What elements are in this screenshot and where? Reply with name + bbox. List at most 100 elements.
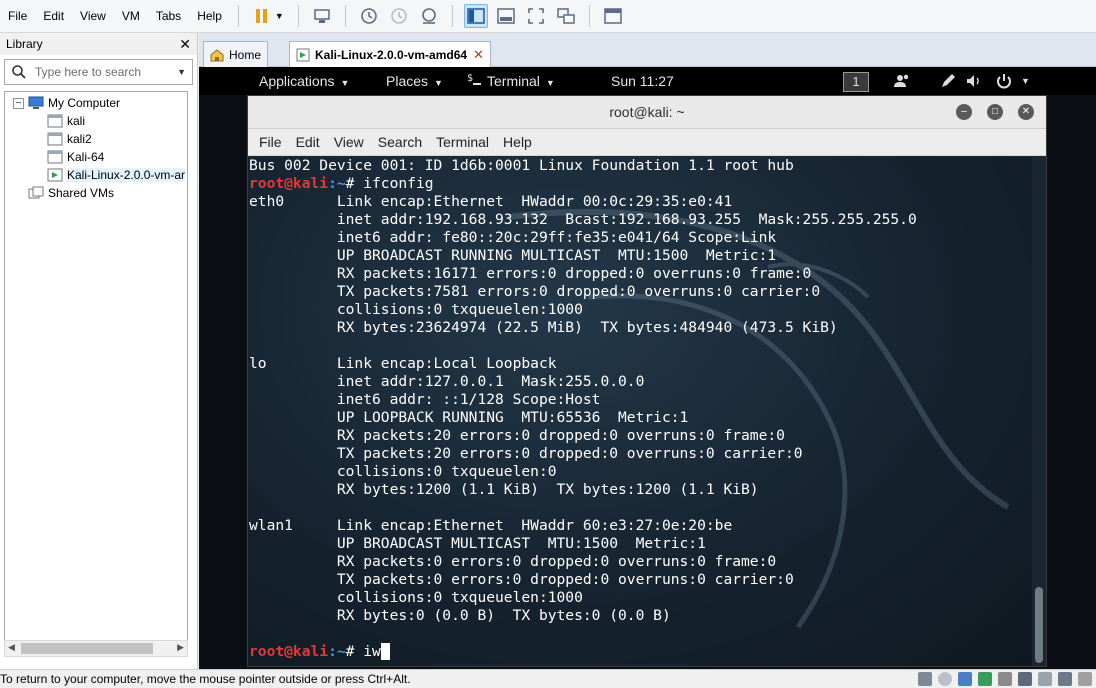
unity-button[interactable] — [554, 4, 578, 28]
tree-label: kali — [67, 114, 86, 128]
terminal-output[interactable]: Bus 002 Device 001: ID 1d6b:0001 Linux F… — [248, 157, 1034, 666]
shared-vms-icon — [28, 186, 44, 199]
show-library-button[interactable] — [463, 4, 488, 28]
status-bar: To return to your computer, move the mou… — [0, 669, 1096, 688]
hard-disk-icon[interactable] — [918, 672, 932, 686]
close-library-icon[interactable]: ✕ — [179, 36, 191, 53]
chevron-down-icon: ▼ — [434, 78, 443, 88]
menu-vm[interactable]: VM — [114, 0, 148, 33]
terminal-window[interactable]: root@kali: ~ – □ ✕ File Edit View Search… — [247, 95, 1047, 667]
vm-tab-strip: Home Kali-Linux-2.0.0-vm-amd64 ✕ — [199, 33, 1096, 68]
applications-menu[interactable]: Applications ▼ — [259, 67, 349, 95]
toolbar-separator — [297, 5, 299, 27]
toolbar-separator — [588, 5, 590, 27]
message-log-icon[interactable] — [1078, 672, 1092, 686]
terminal-line: inet addr:127.0.0.1 Mask:255.0.0.0 — [249, 373, 645, 390]
terminal-line: wlan1 Link encap:Ethernet HWaddr 60:e3:2… — [249, 517, 733, 534]
terminal-titlebar[interactable]: root@kali: ~ – □ ✕ — [248, 96, 1046, 129]
close-icon[interactable]: ✕ — [1018, 104, 1034, 120]
library-search-input[interactable]: Type here to search ▼ — [4, 59, 193, 85]
pause-dropdown-icon[interactable]: ▼ — [275, 11, 284, 21]
sound-card-icon[interactable] — [998, 672, 1012, 686]
console-view-button[interactable] — [494, 4, 518, 28]
take-snapshot-button[interactable] — [357, 4, 381, 28]
device-tray — [912, 672, 1092, 686]
workspace-indicator[interactable]: 1 — [843, 72, 869, 92]
vm-icon — [47, 132, 63, 146]
revert-snapshot-button[interactable] — [387, 4, 411, 28]
tab-home[interactable]: Home — [203, 41, 269, 67]
terminal-menu-edit[interactable]: Edit — [289, 134, 327, 150]
snapshot-icon — [360, 8, 377, 24]
menu-file[interactable]: File — [0, 0, 35, 33]
prompt-symbol: # — [345, 643, 364, 660]
terminal-menu-view[interactable]: View — [327, 134, 371, 150]
snapshot-manager-button[interactable] — [417, 4, 441, 28]
terminal-line: inet6 addr: ::1/128 Scope:Host — [249, 391, 601, 408]
tree-item-shared-vms[interactable]: Shared VMs — [5, 184, 187, 202]
clock[interactable]: Sun 11:27 — [611, 67, 674, 95]
tree-item-kali-64[interactable]: Kali-64 — [5, 148, 187, 166]
vm-running-icon — [47, 168, 63, 182]
scroll-left-icon[interactable]: ◀ — [8, 642, 15, 653]
pause-button[interactable] — [250, 4, 274, 28]
usb-device-icon[interactable] — [978, 672, 992, 686]
thumbnail-view-button[interactable] — [601, 4, 625, 28]
terminal-menu-help[interactable]: Help — [496, 134, 539, 150]
terminal-command-input[interactable]: iw — [363, 643, 381, 660]
terminal-line: RX bytes:23624974 (22.5 MiB) TX bytes:48… — [249, 319, 838, 336]
collapse-icon[interactable]: − — [13, 97, 24, 109]
network-adapter-icon[interactable] — [958, 672, 972, 686]
scrollbar-thumb[interactable] — [1035, 587, 1043, 663]
menu-tabs[interactable]: Tabs — [148, 0, 189, 33]
terminal-menu-file[interactable]: File — [252, 134, 289, 150]
tree-item-my-computer[interactable]: − My Computer — [5, 94, 187, 112]
terminal-app-menu[interactable]: $ Terminal ▼ — [467, 67, 555, 95]
menu-edit[interactable]: Edit — [35, 0, 72, 33]
prompt-path: :~ — [328, 175, 346, 192]
vm-icon — [47, 150, 63, 164]
pen-icon[interactable] — [939, 72, 957, 90]
send-ctrl-alt-del-icon — [314, 9, 330, 23]
revert-snapshot-icon — [390, 8, 407, 24]
system-menu-chevron-icon[interactable]: ▼ — [1021, 76, 1030, 86]
usb-controller-icon[interactable] — [1018, 672, 1032, 686]
send-ctrl-alt-del-button[interactable] — [310, 4, 334, 28]
terminal-line: inet6 addr: fe80::20c:29ff:fe35:e041/64 … — [249, 229, 777, 246]
tree-item-kali-linux-2[interactable]: Kali-Linux-2.0.0-vm-ar — [5, 166, 187, 184]
menu-help[interactable]: Help — [189, 0, 230, 33]
printer-icon[interactable] — [1038, 672, 1052, 686]
minimize-icon[interactable]: – — [956, 104, 972, 120]
scroll-right-icon[interactable]: ▶ — [177, 642, 184, 653]
tree-item-kali[interactable]: kali — [5, 112, 187, 130]
terminal-line: RX packets:0 errors:0 dropped:0 overruns… — [249, 553, 777, 570]
terminal-line: TX packets:20 errors:0 dropped:0 overrun… — [249, 445, 803, 462]
volume-icon[interactable] — [965, 72, 983, 90]
cd-dvd-icon[interactable] — [938, 672, 952, 686]
close-tab-icon[interactable]: ✕ — [473, 47, 484, 63]
maximize-icon[interactable]: □ — [987, 104, 1003, 120]
tree-item-kali2[interactable]: kali2 — [5, 130, 187, 148]
chevron-down-icon: ▼ — [340, 78, 350, 88]
power-icon[interactable] — [995, 72, 1013, 90]
tab-kali-linux-vm[interactable]: Kali-Linux-2.0.0-vm-amd64 ✕ — [289, 41, 491, 68]
library-view-icon — [467, 8, 485, 24]
fullscreen-button[interactable] — [524, 4, 548, 28]
vm-console[interactable]: Applications ▼ Places ▼ $ Terminal ▼ Sun 11:… — [199, 67, 1096, 669]
library-horizontal-scrollbar[interactable]: ◀ ▶ — [4, 640, 188, 657]
tree-label: Shared VMs — [48, 186, 115, 200]
users-icon[interactable] — [893, 72, 911, 90]
terminal-scrollbar[interactable] — [1032, 157, 1046, 666]
search-dropdown-icon[interactable]: ▼ — [177, 67, 186, 77]
places-menu[interactable]: Places ▼ — [386, 67, 443, 95]
terminal-menu-terminal[interactable]: Terminal — [429, 134, 496, 150]
terminal-line: RX packets:20 errors:0 dropped:0 overrun… — [249, 427, 785, 444]
terminal-app-label: Terminal — [487, 73, 540, 89]
prompt-user: root@kali — [249, 643, 329, 660]
terminal-menu-search[interactable]: Search — [371, 134, 429, 150]
menu-view[interactable]: View — [72, 0, 114, 33]
display-icon[interactable] — [1058, 672, 1072, 686]
terminal-line: collisions:0 txqueuelen:1000 — [249, 589, 583, 606]
prompt-symbol: # — [345, 175, 364, 192]
scrollbar-thumb[interactable] — [21, 643, 153, 654]
